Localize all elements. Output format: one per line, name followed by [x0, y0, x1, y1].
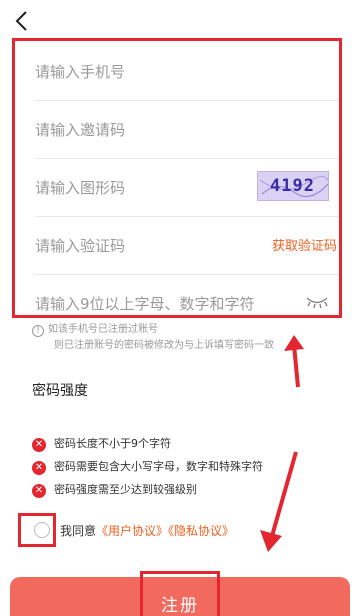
- info-icon: !: [32, 325, 44, 337]
- annotation-arrow-down-icon: [260, 451, 298, 552]
- captcha-field[interactable]: 请输入图形码 4192: [35, 159, 339, 217]
- phone-input[interactable]: 请输入手机号: [35, 61, 125, 82]
- strength-rule-text: 密码长度不小于9个字符: [54, 437, 171, 450]
- invite-input[interactable]: 请输入邀请码: [35, 119, 125, 140]
- agreement-text: 我同意《用户协议》《隐私协议》: [60, 522, 234, 539]
- agree-prefix: 我同意: [60, 524, 97, 538]
- password-input[interactable]: 请输入9位以上字母、数字和字符: [35, 293, 255, 314]
- note-line-2: 则已注册账号的密码被修改为与上诉填写密码一致: [54, 340, 274, 351]
- strength-title: 密码强度: [32, 383, 88, 399]
- strength-rule-text: 密码需要包含大小写字母，数字和特殊字符: [54, 460, 263, 473]
- error-x-icon: ✕: [32, 438, 46, 452]
- strength-rule: ✕ 密码长度不小于9个字符: [32, 436, 171, 452]
- sms-code-field[interactable]: 请输入验证码 获取验证码: [35, 217, 339, 275]
- phone-field[interactable]: 请输入手机号: [35, 43, 339, 101]
- captcha-image[interactable]: 4192: [257, 171, 329, 201]
- error-x-icon: ✕: [32, 461, 46, 475]
- register-highlight-box: [140, 571, 220, 616]
- invite-field[interactable]: 请输入邀请码: [35, 101, 339, 159]
- error-x-icon: ✕: [32, 484, 46, 498]
- form-highlight-box: 请输入手机号 请输入邀请码 请输入图形码 4192 请输入验证码 获取验证码 请…: [12, 38, 342, 318]
- user-agreement-link[interactable]: 《用户协议》: [96, 524, 168, 538]
- note-line-1: 如该手机号已注册过账号: [48, 324, 158, 335]
- strength-rule: ✕ 密码强度需至少达到较强级别: [32, 482, 197, 498]
- eye-closed-icon[interactable]: [305, 295, 329, 309]
- captcha-code: 4192: [270, 176, 315, 196]
- captcha-input[interactable]: 请输入图形码: [35, 177, 125, 198]
- agree-radio[interactable]: [34, 522, 50, 538]
- get-code-button[interactable]: 获取验证码: [272, 235, 337, 254]
- strength-rule-text: 密码强度需至少达到较强级别: [54, 483, 197, 496]
- account-note: ! 如该手机号已注册过账号 则已注册账号的密码被修改为与上诉填写密码一致: [32, 322, 332, 354]
- strength-rule: ✕ 密码需要包含大小写字母，数字和特殊字符: [32, 459, 263, 475]
- privacy-agreement-link[interactable]: 《隐私协议》: [168, 524, 234, 538]
- sms-code-input[interactable]: 请输入验证码: [35, 235, 125, 256]
- back-arrow-icon[interactable]: [10, 8, 34, 34]
